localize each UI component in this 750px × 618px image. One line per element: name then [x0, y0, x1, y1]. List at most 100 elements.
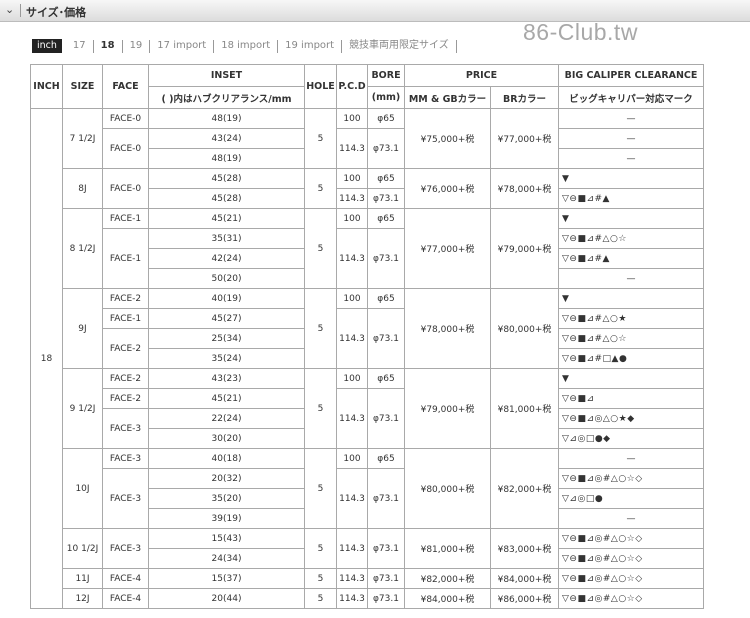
- bore-cell: φ65: [367, 168, 405, 189]
- tab-7[interactable]: 競技車両用限定サイズ: [342, 39, 456, 53]
- bore-cell: φ73.1: [367, 308, 405, 369]
- size-cell: 10 1/2J: [62, 528, 103, 569]
- price-mm-cell: ¥78,000+税: [404, 288, 491, 369]
- tab-separator: [455, 39, 457, 53]
- inset-cell: 25(34): [148, 328, 305, 349]
- inset-cell: 48(19): [148, 148, 305, 169]
- pcd-cell: 114.3: [336, 228, 368, 289]
- size-cell: 10J: [62, 448, 103, 529]
- col-hole-header: HOLE: [304, 64, 337, 109]
- bore-cell: φ65: [367, 108, 405, 129]
- hole-cell: 5: [304, 108, 337, 169]
- clearance-mark-cell: —: [558, 108, 704, 129]
- tab-3[interactable]: 19: [123, 39, 150, 53]
- inset-cell: 20(32): [148, 468, 305, 489]
- face-cell: FACE-3: [102, 468, 149, 529]
- face-cell: FACE-3: [102, 408, 149, 449]
- size-cell: 8J: [62, 168, 103, 209]
- inset-cell: 43(24): [148, 128, 305, 149]
- clearance-mark-cell: ▽⊖■⊿◎#△○☆◇: [558, 548, 704, 569]
- size-tabs: inch 17 18 19 17 import 18 import 19 import 競技車…: [32, 38, 457, 54]
- inset-cell: 48(19): [148, 108, 305, 129]
- face-cell: FACE-3: [102, 528, 149, 569]
- inset-cell: 15(37): [148, 568, 305, 589]
- face-cell: FACE-0: [102, 168, 149, 209]
- inset-cell: 40(19): [148, 288, 305, 309]
- price-br-cell: ¥78,000+税: [490, 168, 559, 209]
- table-row: 11J FACE-4 15(37) 5 114.3 φ73.1 ¥82,000+税 ¥84,0…: [31, 568, 704, 589]
- inset-cell: 45(21): [148, 208, 305, 229]
- bore-cell: φ73.1: [367, 228, 405, 289]
- face-cell: FACE-2: [102, 388, 149, 409]
- col-pcd-header: P.C.D: [336, 64, 368, 109]
- hole-cell: 5: [304, 168, 337, 209]
- inset-cell: 30(20): [148, 428, 305, 449]
- clearance-mark-cell: ▽⊖■⊿◎#△○☆◇: [558, 588, 704, 609]
- pcd-cell: 114.3: [336, 588, 368, 609]
- price-br-cell: ¥82,000+税: [490, 448, 559, 529]
- col-size-header: SIZE: [62, 64, 103, 109]
- tab-6[interactable]: 19 import: [278, 39, 341, 53]
- tab-4[interactable]: 17 import: [150, 39, 213, 53]
- table-row: 8 1/2J FACE-1 45(21) 5 100 φ65 ¥77,000+税 ¥79,00…: [31, 208, 704, 289]
- inset-cell: 39(19): [148, 508, 305, 529]
- face-cell: FACE-3: [102, 448, 149, 469]
- size-price-table: INCH SIZE FACE INSET HOLE P.C.D BORE PRI…: [30, 64, 704, 609]
- pcd-cell: 100: [336, 448, 368, 469]
- pcd-cell: 100: [336, 168, 368, 189]
- price-br-cell: ¥77,000+税: [490, 108, 559, 169]
- price-mm-cell: ¥82,000+税: [404, 568, 491, 589]
- inset-cell: 45(28): [148, 168, 305, 189]
- bore-cell: φ65: [367, 448, 405, 469]
- clearance-mark-cell: ▽⊖■⊿#△○★: [558, 308, 704, 329]
- table-row: 9J FACE-2 40(19) 5 100 φ65 ¥78,000+税 ¥80,000+税 ▼: [31, 288, 704, 369]
- size-cell: 8 1/2J: [62, 208, 103, 289]
- pcd-cell: 114.3: [336, 128, 368, 169]
- clearance-mark-cell: —: [558, 128, 704, 149]
- clearance-mark-cell: ▼: [558, 168, 704, 189]
- tab-5[interactable]: 18 import: [214, 39, 277, 53]
- tab-0[interactable]: inch: [32, 39, 62, 53]
- hole-cell: 5: [304, 288, 337, 369]
- table-row: FACE-1 45(27) 114.3 φ73.1 ▽⊖■⊿#△○★: [31, 308, 704, 369]
- clearance-mark-cell: ▼: [558, 368, 704, 389]
- clearance-mark-cell: ▽⊖■⊿◎#△○☆◇: [558, 528, 704, 549]
- face-cell: FACE-2: [102, 328, 149, 369]
- face-cell: FACE-4: [102, 568, 149, 589]
- tab-2[interactable]: 18: [94, 39, 122, 53]
- inset-cell: 24(34): [148, 548, 305, 569]
- col-bore-header: BORE: [367, 64, 405, 87]
- table-row: 10J FACE-3 40(18) 5 100 φ65 ¥80,000+税 ¥82,000+税…: [31, 448, 704, 529]
- hole-cell: 5: [304, 588, 337, 609]
- inset-cell: 45(28): [148, 188, 305, 209]
- chevron-down-icon[interactable]: ⌄: [5, 3, 14, 16]
- pcd-cell: 100: [336, 108, 368, 129]
- bore-cell: φ65: [367, 288, 405, 309]
- clearance-mark-cell: ▽⊖■⊿◎△○★◆: [558, 408, 704, 429]
- pcd-cell: 100: [336, 208, 368, 229]
- clearance-mark-cell: ▽⊖■⊿: [558, 388, 704, 409]
- table-row: 8J FACE-0 45(28) 5 100 φ65 ¥76,000+税 ¥78,000+税 ▼: [31, 168, 704, 209]
- section-title: サイズ･価格: [26, 6, 87, 19]
- col-price-br-header: BRカラー: [490, 86, 559, 109]
- bore-cell: φ73.1: [367, 388, 405, 449]
- bore-cell: φ73.1: [367, 128, 405, 169]
- price-mm-cell: ¥77,000+税: [404, 208, 491, 289]
- col-inset-subheader: ( )内はハブクリアランス/mm: [148, 86, 305, 109]
- header-row: INCH SIZE FACE INSET HOLE P.C.D BORE PRI…: [30, 64, 704, 109]
- price-mm-cell: ¥79,000+税: [404, 368, 491, 449]
- bore-cell: φ65: [367, 208, 405, 229]
- table-row: FACE-0 43(24) 114.3 φ73.1 —: [31, 128, 704, 169]
- watermark: 86-Club.tw: [523, 19, 638, 45]
- table-row: 9 1/2J FACE-2 43(23) 5 100 φ65 ¥79,000+税 ¥81,00…: [31, 368, 704, 449]
- table-row: 18 7 1/2J FACE-0 48(19) 5 100 φ65 ¥75,000+税 ¥77,…: [30, 108, 704, 609]
- pcd-cell: 114.3: [336, 388, 368, 449]
- tab-1[interactable]: 17: [66, 39, 93, 53]
- face-cell: FACE-1: [102, 308, 149, 329]
- inset-cell: 40(18): [148, 448, 305, 469]
- inset-cell: 45(21): [148, 388, 305, 409]
- bore-cell: φ65: [367, 368, 405, 389]
- table-row: FACE-2 45(21) 114.3 φ73.1 ▽⊖■⊿: [31, 388, 704, 449]
- header-divider: [20, 4, 21, 17]
- hole-cell: 5: [304, 568, 337, 589]
